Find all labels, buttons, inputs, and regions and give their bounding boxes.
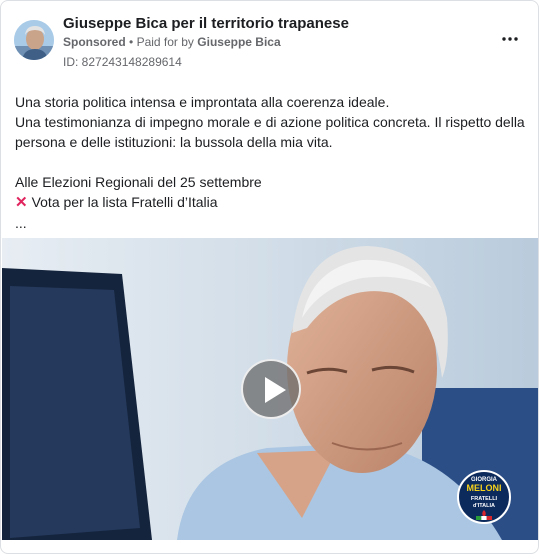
sponsored-line: Sponsored • Paid for by Giuseppe Bica	[63, 35, 281, 49]
election-line: Alle Elezioni Regionali del 25 settembre	[15, 174, 262, 190]
ad-post-card: Giuseppe Bica per il territorio trapanes…	[0, 0, 539, 554]
sponsored-label: Sponsored	[63, 35, 126, 49]
post-header: Giuseppe Bica per il territorio trapanes…	[1, 1, 538, 81]
logo-text: MELONI	[466, 483, 502, 493]
red-x-icon: ✕	[15, 194, 28, 211]
avatar[interactable]	[14, 20, 54, 60]
page-name-link[interactable]: Giuseppe Bica per il territorio trapanes…	[63, 15, 349, 32]
avatar-photo	[14, 20, 54, 60]
ad-id: ID: 827243148289614	[63, 55, 182, 69]
flame-icon	[476, 510, 492, 520]
body-line: Una testimonianza di impegno morale e di…	[15, 114, 525, 150]
see-more-ellipsis[interactable]: ...	[15, 213, 530, 233]
more-options-button[interactable]	[496, 29, 524, 49]
body-line: Una storia politica intensa e improntata…	[15, 94, 390, 110]
separator-dot: •	[129, 35, 134, 49]
play-icon	[265, 377, 286, 403]
party-logo: GIORGIA MELONI FRATELLI d'ITALIA	[457, 470, 511, 524]
video-media[interactable]: GIORGIA MELONI FRATELLI d'ITALIA	[2, 238, 538, 540]
play-button[interactable]	[241, 359, 301, 419]
paid-for-name[interactable]: Giuseppe Bica	[197, 35, 280, 49]
paid-for-prefix: Paid for by	[136, 35, 194, 49]
logo-text: d'ITALIA	[473, 503, 495, 509]
vote-line-text: Vota per la lista Fratelli d’Italia	[31, 194, 218, 210]
vote-line: ✕ Vota per la lista Fratelli d’Italia	[15, 192, 530, 213]
post-text: Una storia politica intensa e improntata…	[15, 92, 530, 233]
more-horizontal-icon	[502, 37, 518, 41]
logo-text: FRATELLI	[470, 496, 498, 502]
